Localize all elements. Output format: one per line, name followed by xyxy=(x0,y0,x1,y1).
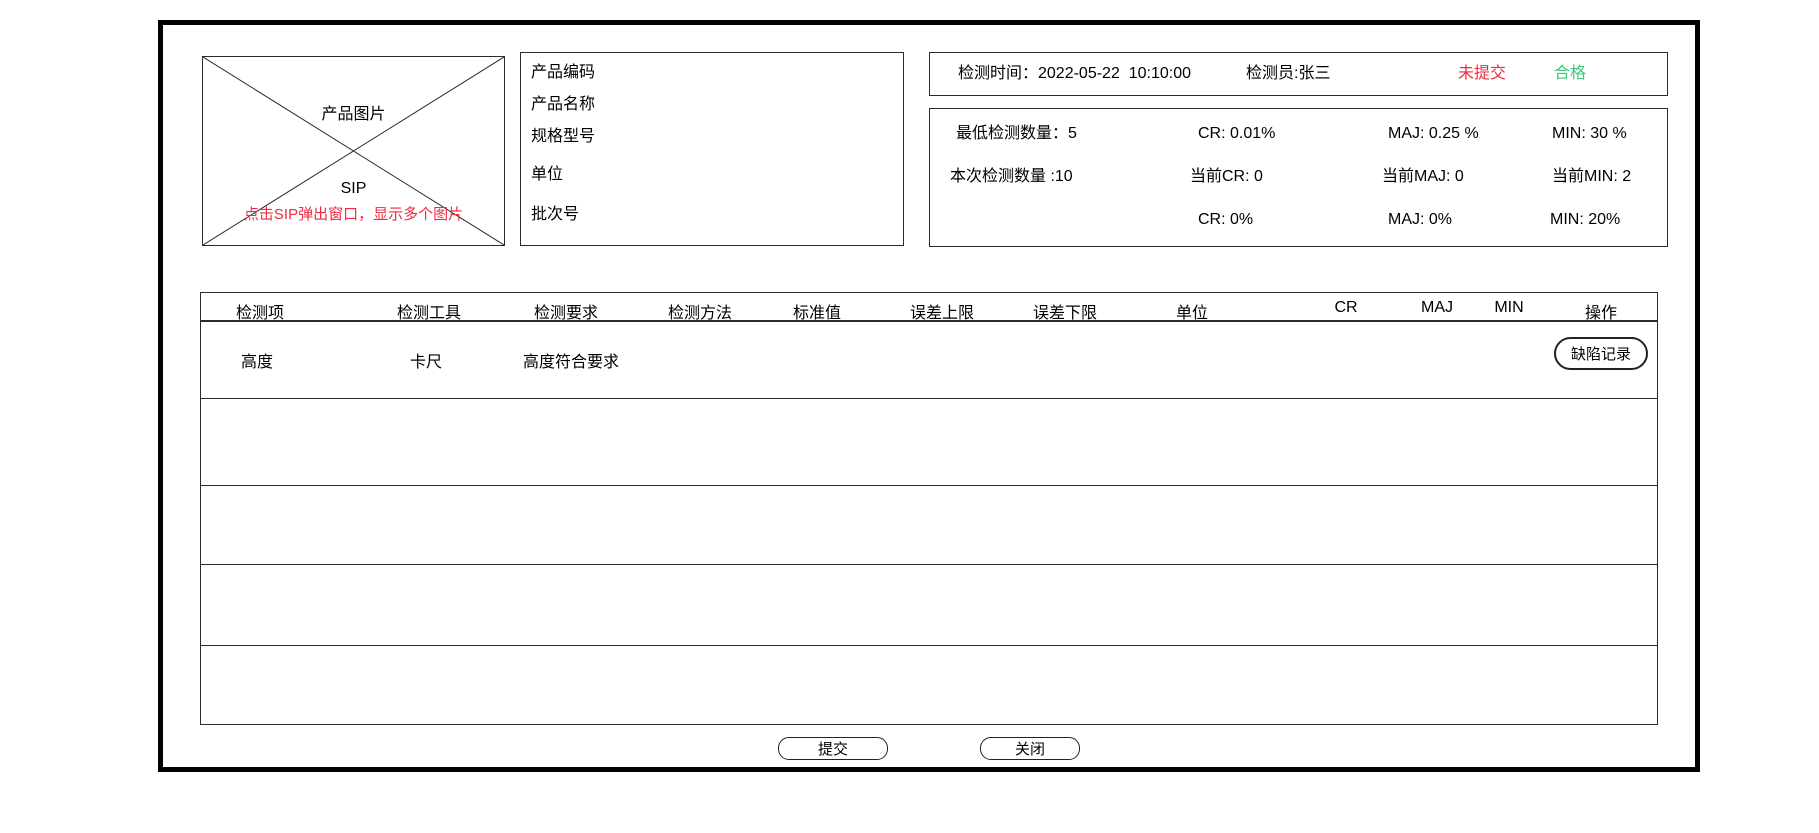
close-button[interactable]: 关闭 xyxy=(980,737,1080,760)
col-item: 检测项 xyxy=(236,299,284,323)
current-min: 当前MIN: 2 xyxy=(1552,169,1631,185)
unit-label: 单位 xyxy=(531,167,563,183)
col-lower-error: 误差下限 xyxy=(1033,299,1097,323)
current-cr: 当前CR: 0 xyxy=(1190,169,1263,185)
cell-item: 高度 xyxy=(241,348,273,372)
inspection-stats-panel: 最低检测数量：5 CR: 0.01% MAJ: 0.25 % MIN: 30 %… xyxy=(929,108,1668,247)
cell-requirement: 高度符合要求 xyxy=(523,348,619,372)
submit-status-badge: 未提交 xyxy=(1458,66,1506,82)
inspector-name: 检测员:张三 xyxy=(1246,66,1330,82)
cr-rate: CR: 0% xyxy=(1198,212,1253,228)
cr-limit: CR: 0.01% xyxy=(1198,126,1275,142)
maj-rate: MAJ: 0% xyxy=(1388,212,1452,228)
result-status-badge: 合格 xyxy=(1554,66,1586,82)
current-maj: 当前MAJ: 0 xyxy=(1382,169,1464,185)
product-info-panel: 产品编码 产品名称 规格型号 单位 批次号 xyxy=(520,52,904,246)
inspection-items-table: 检测项 检测工具 检测要求 检测方法 标准值 误差上限 误差下限 单位 CR M… xyxy=(200,292,1658,725)
table-row-empty xyxy=(201,486,1657,565)
batch-no-label: 批次号 xyxy=(531,207,579,223)
table-header-row: 检测项 检测工具 检测要求 检测方法 标准值 误差上限 误差下限 单位 CR M… xyxy=(201,293,1657,322)
col-standard: 标准值 xyxy=(793,299,841,323)
defect-record-button[interactable]: 缺陷记录 xyxy=(1554,337,1648,370)
product-image-label: 产品图片 xyxy=(203,107,504,123)
submit-button[interactable]: 提交 xyxy=(778,737,888,760)
sip-label[interactable]: SIP xyxy=(203,181,504,197)
table-row-empty xyxy=(201,646,1657,730)
table-row: 高度 卡尺 高度符合要求 缺陷记录 xyxy=(201,322,1657,399)
maj-limit: MAJ: 0.25 % xyxy=(1388,126,1479,142)
col-maj: MAJ xyxy=(1421,299,1453,317)
min-rate: MIN: 20% xyxy=(1550,212,1620,228)
table-row-empty xyxy=(201,565,1657,646)
col-upper-error: 误差上限 xyxy=(910,299,974,323)
inspection-dialog: 产品图片 SIP 点击SIP弹出窗口，显示多个图片 产品编码 产品名称 规格型号… xyxy=(0,0,1819,833)
col-min: MIN xyxy=(1494,299,1523,317)
col-unit: 单位 xyxy=(1176,299,1208,323)
min-required-qty: 最低检测数量：5 xyxy=(956,126,1077,142)
product-code-label: 产品编码 xyxy=(531,65,595,81)
current-qty: 本次检测数量 :10 xyxy=(950,169,1073,185)
col-action: 操作 xyxy=(1585,299,1617,323)
table-row-empty xyxy=(201,399,1657,486)
product-image-placeholder[interactable]: 产品图片 SIP 点击SIP弹出窗口，显示多个图片 xyxy=(202,56,505,246)
col-cr: CR xyxy=(1334,299,1357,317)
sip-hint-text: 点击SIP弹出窗口，显示多个图片 xyxy=(203,207,504,222)
cell-tool: 卡尺 xyxy=(410,348,442,372)
min-limit: MIN: 30 % xyxy=(1552,126,1627,142)
inspection-info-bar: 检测时间：2022-05-22 10:10:00 检测员:张三 未提交 合格 xyxy=(929,52,1668,96)
spec-model-label: 规格型号 xyxy=(531,129,595,145)
col-tool: 检测工具 xyxy=(397,299,461,323)
inspection-time: 检测时间：2022-05-22 10:10:00 xyxy=(958,66,1191,82)
col-requirement: 检测要求 xyxy=(534,299,598,323)
col-method: 检测方法 xyxy=(668,299,732,323)
product-name-label: 产品名称 xyxy=(531,97,595,113)
